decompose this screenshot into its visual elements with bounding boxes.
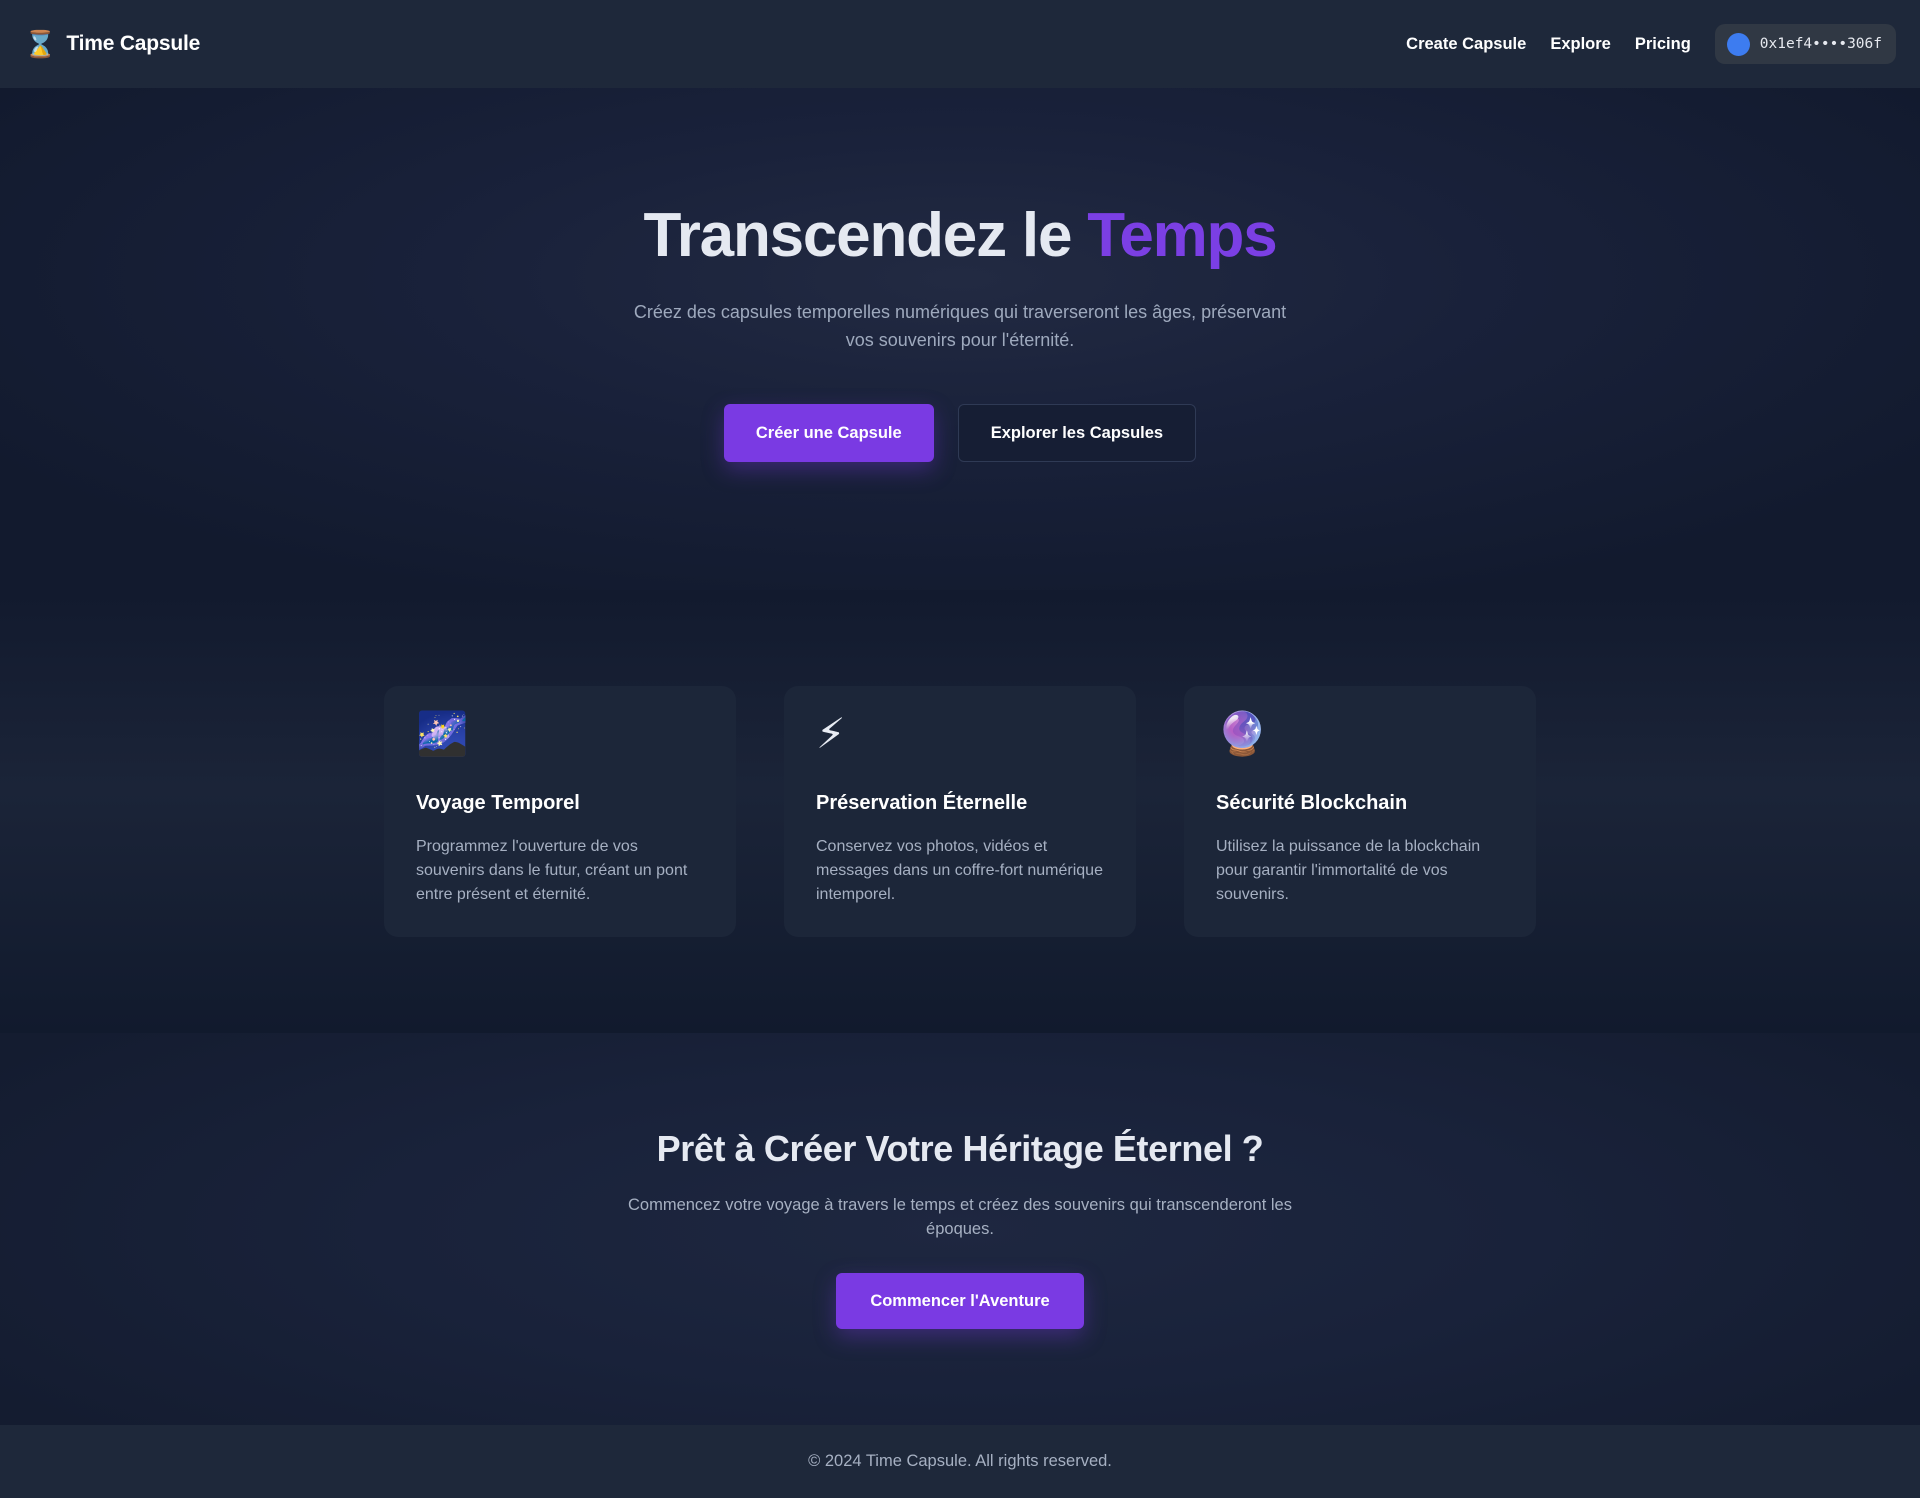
- features-section: 🌌 Voyage Temporel Programmez l'ouverture…: [0, 590, 1920, 1033]
- cta-subtitle: Commencez votre voyage à travers le temp…: [628, 1196, 1292, 1238]
- nav-link-pricing[interactable]: Pricing: [1635, 35, 1691, 54]
- milky-way-icon: 🌌: [416, 710, 469, 757]
- feature-card-voyage: 🌌 Voyage Temporel Programmez l'ouverture…: [384, 686, 736, 937]
- create-capsule-button[interactable]: Créer une Capsule: [723, 404, 934, 462]
- hero-title: Transcendez le Temps: [0, 200, 1920, 271]
- feature-card-preservation: ⚡ Préservation Éternelle Conservez vos p…: [784, 686, 1136, 937]
- wallet-address: 0x1ef4••••306f: [1759, 36, 1882, 52]
- hero-buttons: Créer une Capsule Explorer les Capsules: [0, 404, 1920, 462]
- nav-link-create-capsule[interactable]: Create Capsule: [1406, 35, 1526, 54]
- feature-description: Programmez l'ouverture de vos souvenirs …: [416, 838, 688, 903]
- nav-link-explore[interactable]: Explore: [1550, 35, 1611, 54]
- cta-title: Prêt à Créer Votre Héritage Éternel ?: [656, 1128, 1264, 1169]
- footer-copyright: © 2024 Time Capsule. All rights reserved…: [808, 1452, 1112, 1470]
- wallet-avatar: [1726, 32, 1750, 56]
- explore-capsules-button[interactable]: Explorer les Capsules: [957, 404, 1197, 462]
- hero-section: Transcendez le Temps Créez des capsules …: [0, 88, 1920, 590]
- wallet-button[interactable]: 0x1ef4••••306f: [1714, 24, 1896, 64]
- feature-description: Utilisez la puissance de la blockchain p…: [1216, 838, 1481, 903]
- feature-card-security: 🔮 Sécurité Blockchain Utilisez la puissa…: [1184, 686, 1536, 937]
- feature-cards: 🌌 Voyage Temporel Programmez l'ouverture…: [384, 686, 1536, 937]
- brand-title: Time Capsule: [66, 32, 201, 55]
- hourglass-icon: ⌛: [24, 29, 57, 59]
- feature-title: Préservation Éternelle: [816, 792, 1028, 814]
- feature-title: Sécurité Blockchain: [1216, 792, 1408, 814]
- cta-section: Prêt à Créer Votre Héritage Éternel ? Co…: [0, 1033, 1920, 1425]
- feature-title: Voyage Temporel: [416, 792, 580, 814]
- footer: © 2024 Time Capsule. All rights reserved…: [0, 1425, 1920, 1498]
- hero-subtitle: Créez des capsules temporelles numérique…: [633, 302, 1287, 350]
- crystal-ball-icon: 🔮: [1216, 710, 1269, 757]
- hero-title-main: Transcendez le: [643, 201, 1072, 270]
- lightning-icon: ⚡: [816, 710, 846, 757]
- brand-logo[interactable]: ⌛ Time Capsule: [24, 31, 200, 57]
- nav-menu: Create Capsule Explore Pricing 0x1ef4•••…: [1382, 24, 1896, 64]
- start-adventure-button[interactable]: Commencer l'Aventure: [836, 1273, 1084, 1329]
- navbar: ⌛ Time Capsule Create Capsule Explore Pr…: [0, 0, 1920, 88]
- feature-description: Conservez vos photos, vidéos et messages…: [816, 838, 1103, 903]
- hero-title-accent: Temps: [1087, 201, 1277, 270]
